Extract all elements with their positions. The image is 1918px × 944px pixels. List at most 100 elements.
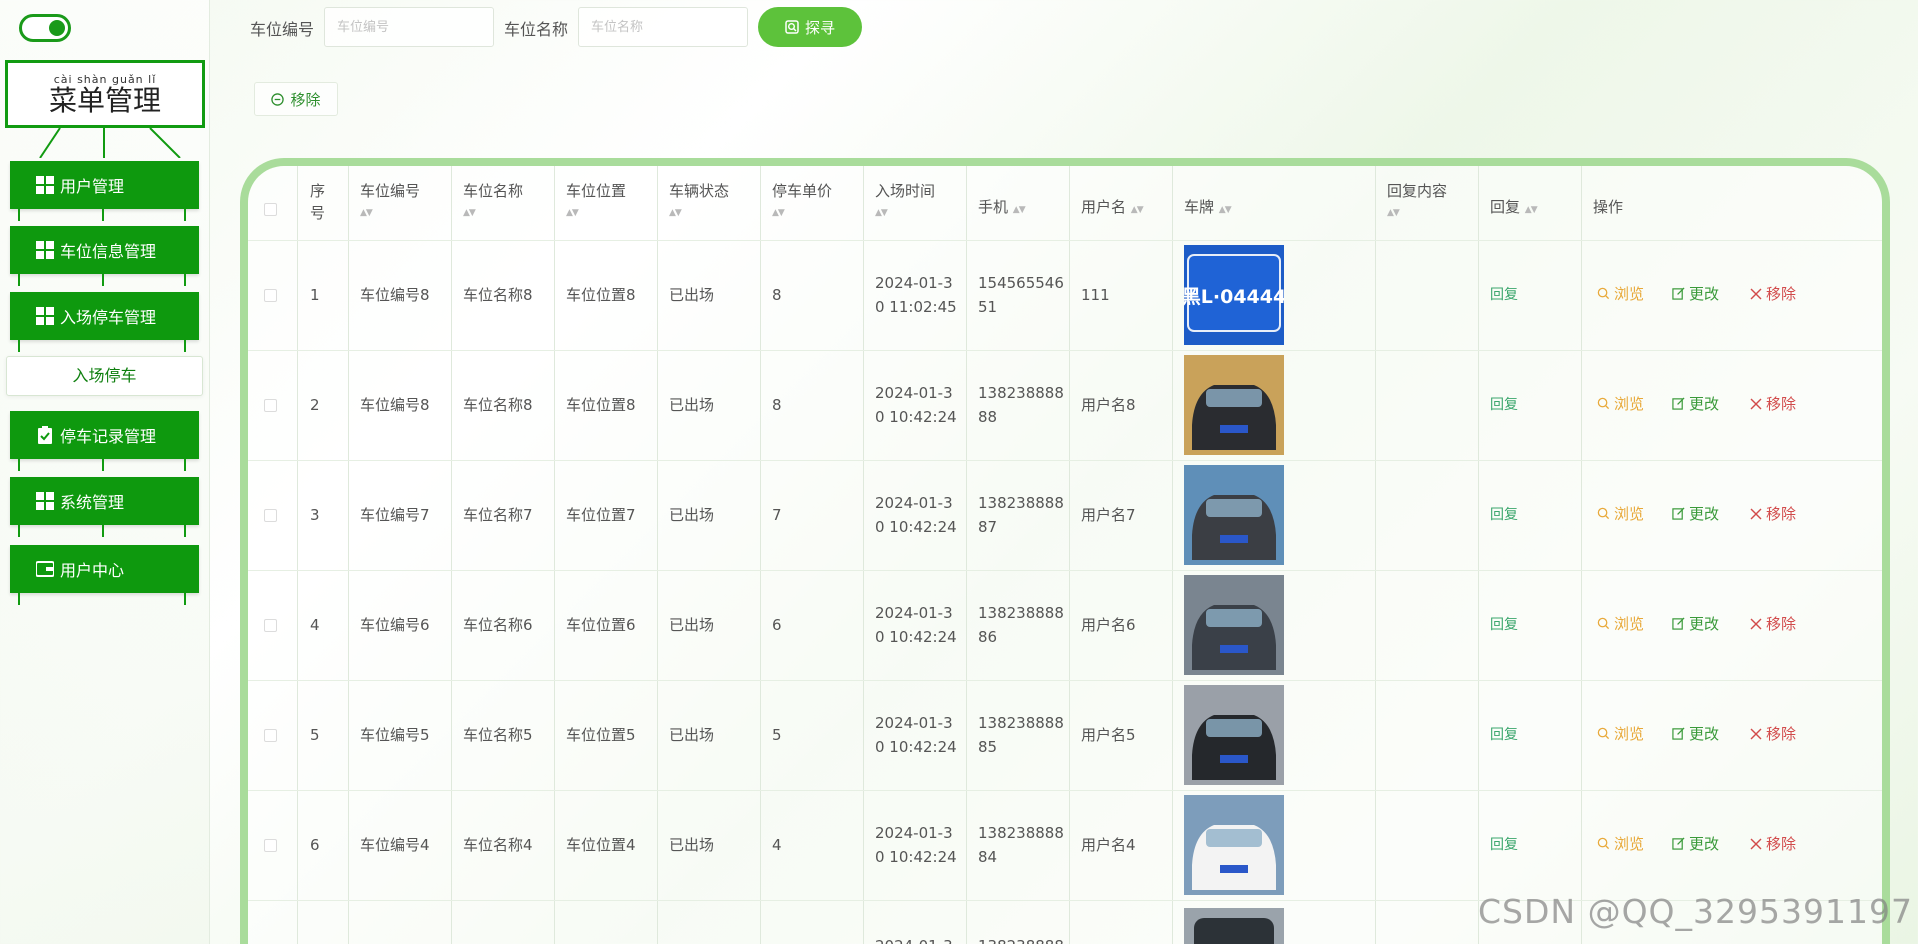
header-plate[interactable]: 车牌 ▲▼ xyxy=(1184,196,1269,221)
select-all-checkbox[interactable] xyxy=(264,203,277,216)
reply-link[interactable]: 回复 xyxy=(1490,393,1518,417)
header-reply-content[interactable]: 回复内容 ▲▼ xyxy=(1387,180,1472,224)
menu-tick xyxy=(184,525,186,537)
sort-icon: ▲▼ xyxy=(1012,205,1026,215)
row-divider xyxy=(248,790,1882,791)
plate-thumbnail[interactable] xyxy=(1184,685,1284,785)
col-divider xyxy=(1375,166,1376,944)
edit-button[interactable]: 更改 xyxy=(1672,503,1719,524)
delete-button[interactable]: 移除 xyxy=(1750,503,1796,524)
header-space-name[interactable]: 车位名称 ▲▼ xyxy=(463,180,548,224)
delete-button[interactable]: 移除 xyxy=(1750,833,1796,854)
edit-button[interactable]: 更改 xyxy=(1672,723,1719,744)
view-button[interactable]: 浏览 xyxy=(1597,833,1644,854)
view-button-label: 浏览 xyxy=(1614,285,1645,303)
edit-button-label: 更改 xyxy=(1689,505,1720,523)
row-checkbox[interactable] xyxy=(264,289,277,302)
sidebar-item-entry-parking-management[interactable]: 入场停车管理 xyxy=(10,292,199,340)
sort-icon: ▲▼ xyxy=(1524,205,1538,215)
sidebar-item-system-management[interactable]: 系统管理 xyxy=(10,477,199,525)
cell-entry-time-line2: 0 10:42:24 xyxy=(875,408,957,426)
close-icon xyxy=(1750,728,1762,739)
delete-button[interactable]: 移除 xyxy=(1750,613,1796,634)
header-unit-price[interactable]: 停车单价 ▲▼ xyxy=(772,180,857,224)
menu-tick xyxy=(18,340,20,352)
view-button[interactable]: 浏览 xyxy=(1597,723,1644,744)
cell-phone-line1: 138238888 xyxy=(978,714,1064,732)
menu-title-box: cài shàn guǎn lǐ 菜单管理 xyxy=(5,60,205,128)
sidebar-item-space-info-management[interactable]: 车位信息管理 xyxy=(10,226,199,274)
edit-button[interactable]: 更改 xyxy=(1672,393,1719,414)
reply-link[interactable]: 回复 xyxy=(1490,833,1518,857)
view-button[interactable]: 浏览 xyxy=(1597,283,1644,304)
sidebar-toggle-switch[interactable] xyxy=(19,14,71,42)
reply-link[interactable]: 回复 xyxy=(1490,613,1518,637)
search-input-space-no[interactable] xyxy=(324,7,494,47)
cell-space-name: 车位名称5 xyxy=(463,726,533,744)
delete-button-label: 移除 xyxy=(1766,285,1797,303)
header-username[interactable]: 用户名 ▲▼ xyxy=(1081,196,1166,221)
sort-icon: ▲▼ xyxy=(772,208,785,218)
menu-connector-lines xyxy=(39,128,181,158)
plate-thumbnail[interactable]: 黑L·04444 xyxy=(1184,245,1284,345)
header-label: 停车单价 xyxy=(772,182,833,200)
header-entry-time[interactable]: 入场时间 ▲▼ xyxy=(875,180,960,224)
close-icon xyxy=(1750,618,1762,629)
col-divider xyxy=(966,166,967,944)
edit-button[interactable]: 更改 xyxy=(1672,283,1719,304)
sort-icon: ▲▼ xyxy=(1218,205,1232,215)
row-checkbox[interactable] xyxy=(264,619,277,632)
view-button[interactable]: 浏览 xyxy=(1597,613,1644,634)
row-checkbox[interactable] xyxy=(264,399,277,412)
header-vehicle-status[interactable]: 车辆状态 ▲▼ xyxy=(669,180,754,224)
view-button[interactable]: 浏览 xyxy=(1597,393,1644,414)
view-button[interactable]: 浏览 xyxy=(1597,503,1644,524)
search-button-label: 探寻 xyxy=(804,18,835,37)
plate-thumbnail[interactable] xyxy=(1184,908,1284,944)
menu-tick xyxy=(184,593,186,605)
cell-entry-time-line2: 0 10:42:24 xyxy=(875,738,957,756)
cell-space-no: 车位编号5 xyxy=(360,726,430,744)
plate-thumbnail[interactable] xyxy=(1184,465,1284,565)
cell-username: 用户名6 xyxy=(1081,616,1136,634)
sidebar-item-user-center[interactable]: 用户中心 xyxy=(10,545,199,593)
search-button[interactable]: 探寻 xyxy=(758,7,862,47)
delete-button[interactable]: 移除 xyxy=(1750,393,1796,414)
reply-link[interactable]: 回复 xyxy=(1490,283,1518,307)
cell-space-no: 车位编号6 xyxy=(360,616,430,634)
sidebar-item-user-management[interactable]: 用户管理 xyxy=(10,161,199,209)
cell-phone: 138238888 84 xyxy=(978,821,1064,869)
cell-seq: 3 xyxy=(310,506,320,524)
search-label-space-name: 车位名称 xyxy=(504,20,569,39)
plate-thumbnail[interactable] xyxy=(1184,795,1284,895)
menu-tick xyxy=(102,274,104,286)
reply-link[interactable]: 回复 xyxy=(1490,503,1518,527)
cell-unit-price: 6 xyxy=(772,616,782,634)
sidebar-subitem-entry-parking[interactable]: 入场停车 xyxy=(6,356,203,396)
cell-entry-time-line1: 2024-01-3 xyxy=(875,604,953,622)
close-icon xyxy=(1750,398,1762,409)
sort-icon: ▲▼ xyxy=(1130,205,1144,215)
header-space-location[interactable]: 车位位置 ▲▼ xyxy=(566,180,651,224)
edit-button-label: 更改 xyxy=(1689,285,1720,303)
plate-thumbnail[interactable] xyxy=(1184,355,1284,455)
row-checkbox[interactable] xyxy=(264,509,277,522)
search-input-space-name[interactable] xyxy=(578,7,748,47)
search-icon xyxy=(1597,837,1610,850)
edit-button[interactable]: 更改 xyxy=(1672,833,1719,854)
plate-thumbnail[interactable] xyxy=(1184,575,1284,675)
header-space-no[interactable]: 车位编号 ▲▼ xyxy=(360,180,445,224)
batch-remove-button[interactable]: 移除 xyxy=(254,82,338,116)
cell-phone-line2: 87 xyxy=(978,518,998,536)
row-checkbox[interactable] xyxy=(264,839,277,852)
header-phone[interactable]: 手机 ▲▼ xyxy=(978,196,1063,221)
delete-button[interactable]: 移除 xyxy=(1750,723,1796,744)
row-checkbox[interactable] xyxy=(264,729,277,742)
sidebar-item-parking-record-management[interactable]: 停车记录管理 xyxy=(10,411,199,459)
edit-button[interactable]: 更改 xyxy=(1672,613,1719,634)
sidebar-item-label: 用户管理 xyxy=(60,177,125,196)
header-reply[interactable]: 回复 ▲▼ xyxy=(1490,196,1575,221)
delete-button[interactable]: 移除 xyxy=(1750,283,1796,304)
reply-link[interactable]: 回复 xyxy=(1490,723,1518,747)
sidebar-item-label: 入场停车管理 xyxy=(60,308,157,327)
